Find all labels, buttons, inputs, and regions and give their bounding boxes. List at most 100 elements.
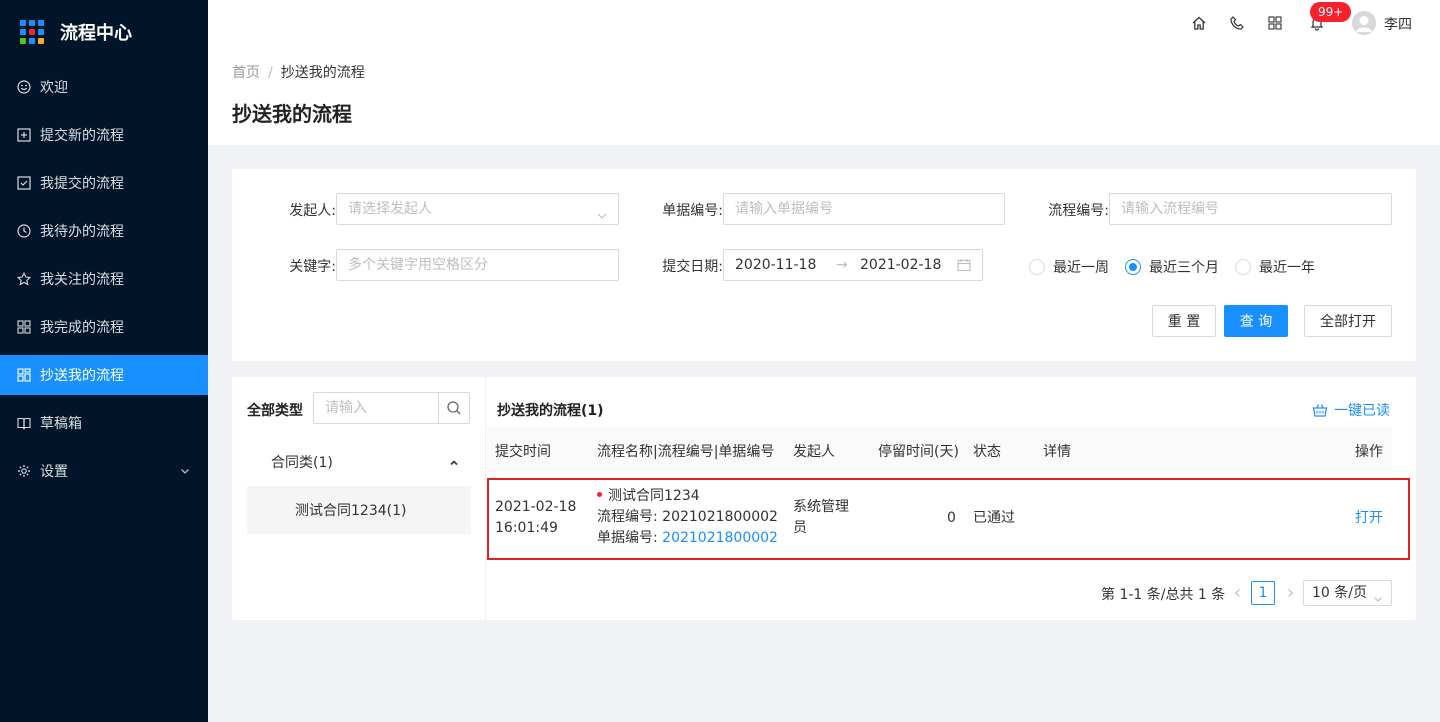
smile-icon [16, 79, 32, 95]
logo-grid-icon [20, 20, 44, 44]
col-status: 状态 [973, 444, 1001, 460]
sidebar-item-welcome[interactable]: 欢迎 [0, 63, 208, 111]
phone-icon[interactable] [1228, 14, 1246, 32]
appstore-icon [16, 319, 32, 335]
sidebar-item-label: 设置 [40, 464, 68, 480]
range-last-year[interactable]: 最近一年 [1235, 257, 1315, 277]
radio-label: 最近三个月 [1149, 260, 1219, 276]
mark-all-read-button[interactable]: 一键已读 [1312, 400, 1390, 420]
avatar[interactable] [1352, 11, 1376, 35]
sidebar-item-label: 我待办的流程 [40, 224, 124, 240]
flow-name-line: 测试合同1234 [597, 486, 778, 507]
doc-no-line: 单据编号: 2021021800002 [597, 528, 778, 549]
app-logo[interactable]: 流程中心 [0, 0, 208, 64]
doc-no-input[interactable] [723, 193, 1005, 225]
notification-badge: 99+ [1310, 2, 1352, 22]
page-number-current[interactable]: 1 [1251, 581, 1275, 605]
top-header: 99+ 李四 [208, 0, 1440, 48]
breadcrumb-current: 抄送我的流程 [280, 65, 365, 81]
initiator-select[interactable]: 请选择发起人 [336, 193, 619, 225]
date-start[interactable]: 2020-11-18 [735, 257, 816, 273]
cc-icon [16, 367, 32, 383]
query-button[interactable]: 查 询 [1224, 305, 1288, 337]
col-stay-days: 停留时间(天) [878, 444, 959, 460]
cell-stay-days: 0 [947, 510, 956, 526]
appstore-icon[interactable] [1266, 14, 1284, 32]
flow-name: 测试合同1234 [608, 488, 700, 504]
cell-initiator: 系统管理 员 [793, 497, 849, 539]
category-search [313, 392, 470, 424]
pagination-total: 第 1-1 条/总共 1 条 [1101, 587, 1226, 603]
page-size-select[interactable]: 10 条/页 [1303, 580, 1392, 606]
sidebar-item-my-todo[interactable]: 我待办的流程 [0, 207, 208, 255]
keyword-label: 关键字: [289, 259, 336, 275]
flow-no: 流程编号: 2021021800002 [597, 509, 778, 525]
filter-panel: 发起人: 请选择发起人 单据编号: 流程编号: 关键字: 提交日期: 2020-… [232, 169, 1416, 361]
tree-node-test-contract[interactable]: 测试合同1234(1) [247, 486, 471, 534]
book-icon [16, 415, 32, 431]
initiator-line1: 系统管理 [793, 499, 849, 515]
open-link[interactable]: 打开 [1355, 508, 1383, 529]
plus-square-icon [16, 127, 32, 143]
search-icon[interactable] [438, 393, 469, 423]
range-last-week[interactable]: 最近一周 [1029, 257, 1109, 277]
sidebar-item-my-submitted[interactable]: 我提交的流程 [0, 159, 208, 207]
app-title: 流程中心 [60, 23, 132, 44]
page-header: 首页 / 抄送我的流程 抄送我的流程 [208, 48, 1440, 145]
sidebar-item-drafts[interactable]: 草稿箱 [0, 399, 208, 447]
basket-icon [1312, 404, 1328, 417]
home-icon[interactable] [1190, 14, 1208, 32]
table-title: 抄送我的流程(1) [497, 403, 604, 419]
unread-dot [597, 491, 602, 497]
tree-node-label: 合同类(1) [271, 455, 333, 471]
breadcrumb: 首页 / 抄送我的流程 [232, 62, 365, 82]
cell-flow-info: 测试合同1234 流程编号: 2021021800002 单据编号: 20210… [597, 486, 778, 549]
range-last-three-months[interactable]: 最近三个月 [1125, 257, 1219, 277]
chevron-down-icon [180, 464, 190, 480]
breadcrumb-home[interactable]: 首页 [232, 65, 260, 81]
keyword-input[interactable] [336, 249, 619, 281]
cell-status: 已通过 [973, 510, 1015, 526]
chevron-up-icon[interactable] [449, 456, 459, 472]
col-initiator: 发起人 [793, 444, 835, 460]
doc-no-label: 单据编号: [597, 530, 663, 546]
sidebar-item-my-followed[interactable]: 我关注的流程 [0, 255, 208, 303]
submit-time: 16:01:49 [495, 520, 558, 536]
table-header: 提交时间 流程名称|流程编号|单据编号 发起人 停留时间(天) 状态 详情 操作 [487, 427, 1392, 473]
chevron-right-icon[interactable] [1283, 586, 1297, 600]
sidebar-item-label: 我关注的流程 [40, 272, 124, 288]
flow-no-label: 流程编号: [1048, 203, 1109, 219]
doc-no-label: 单据编号: [662, 203, 723, 219]
check-square-icon [16, 175, 32, 191]
chevron-left-icon[interactable] [1231, 586, 1245, 600]
open-all-button[interactable]: 全部打开 [1304, 305, 1392, 337]
sidebar-item-label: 欢迎 [40, 80, 68, 96]
reset-button[interactable]: 重 置 [1152, 305, 1216, 337]
flow-no-input[interactable] [1109, 193, 1392, 225]
radio-circle [1235, 259, 1251, 275]
col-flow-name: 流程名称|流程编号|单据编号 [597, 444, 775, 460]
sidebar-item-label: 提交新的流程 [40, 128, 124, 144]
sidebar-item-label: 草稿箱 [40, 416, 82, 432]
doc-no-link[interactable]: 2021021800002 [662, 530, 778, 546]
date-range-picker[interactable]: 2020-11-18 → 2021-02-18 [723, 249, 983, 281]
sidebar-item-label: 我完成的流程 [40, 320, 124, 336]
sidebar-item-submit-new[interactable]: 提交新的流程 [0, 111, 208, 159]
date-end[interactable]: 2021-02-18 [860, 257, 941, 273]
category-search-input[interactable] [314, 393, 438, 423]
tree-node-contract[interactable]: 合同类(1) [247, 438, 471, 486]
col-detail: 详情 [1043, 444, 1071, 460]
page-size-value: 10 条/页 [1312, 585, 1367, 601]
setting-icon [16, 463, 32, 479]
category-title: 全部类型 [247, 403, 303, 419]
chevron-down-icon [596, 203, 608, 233]
username[interactable]: 李四 [1384, 14, 1412, 34]
sidebar: 流程中心 欢迎 提交新的流程 我提交的流程 我待办的流程 我关注的流程 我完成的… [0, 0, 208, 722]
col-submit-time: 提交时间 [495, 444, 551, 460]
sidebar-item-cc-me[interactable]: 抄送我的流程 [0, 355, 208, 395]
sidebar-item-my-completed[interactable]: 我完成的流程 [0, 303, 208, 351]
sidebar-item-settings[interactable]: 设置 [0, 447, 208, 495]
submit-date: 2021-02-18 [495, 499, 577, 515]
radio-label: 最近一年 [1259, 260, 1315, 276]
breadcrumb-separator: / [268, 65, 273, 81]
